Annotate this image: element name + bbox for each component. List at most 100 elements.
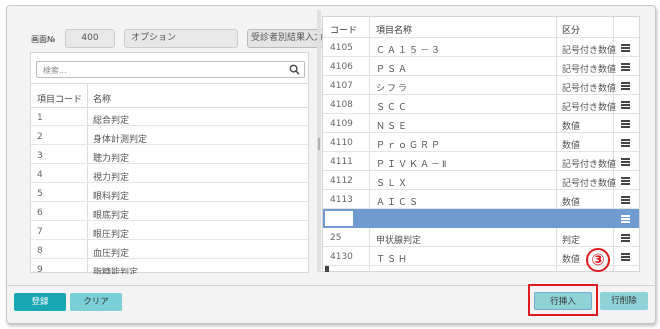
list-item[interactable]: 1 総合判定 [31,108,308,126]
item-code: 3 [37,151,43,161]
item-code: 6 [37,208,43,218]
column-header-code: 項目コード [37,95,83,105]
row-name: ＡＩＣＳ [376,198,421,208]
row-type: 記号付き数値 [562,179,617,189]
row-type: 数値 [562,255,581,265]
table-row[interactable]: 4107 シフラ 記号付き数値 [323,76,639,95]
row-name: ＰｒｏＧＲＰ [376,141,443,151]
drag-handle-icon[interactable] [621,215,630,223]
clear-button[interactable]: クリア [70,293,122,311]
row-code: 4110 [330,138,353,148]
row-code: 4111 [330,157,353,167]
delete-row-button[interactable]: 行削除 [600,292,648,310]
table-row[interactable]: 4106 ＰＳＡ 記号付き数値 [323,57,639,76]
drag-handle-icon[interactable] [621,120,630,128]
item-code: 9 [37,265,43,274]
screen-info-row: 画面№ 400 オプション 受診者別結果入力 [20,29,327,49]
item-name: 血圧判定 [93,249,130,259]
item-name: 脂糖能判定 [93,268,139,274]
inserted-empty-row[interactable] [323,209,639,228]
code-edit-cell[interactable] [324,210,354,227]
item-name: 眼科判定 [93,192,130,202]
table-row[interactable]: 4113 ＡＩＣＳ 数値 [323,190,639,209]
table-header: コード 項目名称 区分 [323,17,639,38]
row-name: ＴＳＨ [376,255,410,265]
row-code: 4112 [330,176,353,186]
list-item[interactable]: 5 眼科判定 [31,184,308,202]
item-code: 2 [37,132,43,142]
table-row[interactable]: 4111 ＰＩＶＫＡ－Ⅱ 記号付き数値 [323,152,639,171]
table-row[interactable]: 4110 ＰｒｏＧＲＰ 数値 [323,133,639,152]
mode-button[interactable]: 受診者別結果入力 [247,29,327,48]
item-name: 眼底判定 [93,211,130,221]
drag-handle-icon[interactable] [621,253,630,261]
row-type: 記号付き数値 [562,160,617,170]
highlight-box [528,284,598,316]
list-item[interactable]: 7 眼圧判定 [31,222,308,240]
list-item[interactable]: 2 身体計測判定 [31,127,308,145]
search-input[interactable]: 検索... [36,61,305,78]
screen-name-field: オプション [124,29,238,48]
column-header-code: コード [330,26,358,36]
row-name: ＮＳＥ [376,122,410,132]
drag-handle-icon[interactable] [621,234,630,242]
drag-handle-icon[interactable] [621,158,630,166]
row-type: 判定 [562,236,581,246]
column-header-name: 項目名称 [376,26,413,36]
drag-handle-icon[interactable] [621,177,630,185]
item-name: 身体計測判定 [93,135,148,145]
row-name: ＰＩＶＫＡ－Ⅱ [376,160,449,170]
drag-handle-icon[interactable] [621,44,630,52]
row-type: 数値 [562,141,581,151]
table-row[interactable]: 4109 ＮＳＥ 数値 [323,114,639,133]
table-row[interactable]: 25 甲状腺判定 判定 [323,228,639,247]
search-icon[interactable] [289,64,300,75]
register-button[interactable]: 登録 [14,293,66,311]
drag-handle-icon[interactable] [621,63,630,71]
screen-number-label: 画面№ [31,35,56,44]
row-code: 4106 [330,62,353,72]
row-type: 記号付き数値 [562,84,617,94]
drag-handle-icon[interactable] [621,82,630,90]
row-type: 記号付き数値 [562,46,617,56]
table-row[interactable]: 4112 ＳＬＸ 記号付き数値 [323,171,639,190]
item-code: 5 [37,189,43,199]
row-name: ＰＳＡ [376,65,410,75]
drag-handle-icon[interactable] [621,101,630,109]
column-header-type: 区分 [562,26,581,36]
row-code: 4113 [330,195,353,205]
list-item[interactable]: 8 血圧判定 [31,241,308,259]
row-name: シフラ [376,84,410,94]
selected-items-table: コード 項目名称 区分 4105 ＣＡ１５－３ 記号付き数値 4106 ＰＳＡ 記号付き… [322,16,640,272]
splitter-grip[interactable] [318,138,320,150]
list-header: 項目コード 名称 [31,83,308,108]
step-marker: ③ [586,248,610,272]
list-item[interactable]: 6 眼底判定 [31,203,308,221]
row-code: 4130 [330,252,353,262]
row-name: 甲状腺判定 [376,236,422,246]
item-name: 総合判定 [93,116,130,126]
row-type: 数値 [562,198,581,208]
list-item[interactable]: 4 視力判定 [31,165,308,183]
list-item[interactable]: 3 聴力判定 [31,146,308,164]
item-code: 4 [37,170,43,180]
item-name: 眼圧判定 [93,230,130,240]
drag-handle-icon[interactable] [621,139,630,147]
row-code: 4109 [330,119,353,129]
item-master-list: 検索... 項目コード 名称 1 総合判定 2 身体計測判定 3 聴力判定 4 視力判定… [30,52,309,274]
row-name: ＳＣＣ [376,103,410,113]
row-name: ＣＡ１５－３ [376,46,443,56]
column-header-name: 名称 [93,95,112,105]
table-row[interactable]: 4105 ＣＡ１５－３ 記号付き数値 [323,38,639,57]
row-code: 25 [330,233,342,243]
list-item[interactable]: 9 脂糖能判定 [31,260,308,274]
scrollbar-thumb[interactable] [325,266,329,272]
table-row[interactable]: 4108 ＳＣＣ 記号付き数値 [323,95,639,114]
row-type: 記号付き数値 [562,103,617,113]
row-code: 4108 [330,100,353,110]
search-placeholder: 検索... [43,66,67,75]
row-code: 4107 [330,81,353,91]
drag-handle-icon[interactable] [621,196,630,204]
item-name: 視力判定 [93,173,130,183]
row-name: ＳＬＸ [376,179,410,189]
